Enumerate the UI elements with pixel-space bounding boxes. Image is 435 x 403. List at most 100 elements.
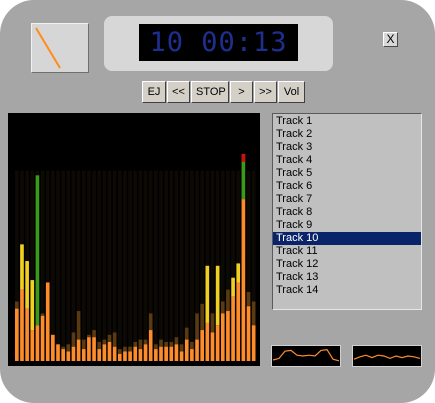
spectrum-peak [195, 313, 199, 340]
playlist-item[interactable]: Track 6 [273, 180, 421, 193]
spectrum-bar [246, 306, 251, 361]
spectrum-bar [51, 334, 55, 361]
fast-forward-button[interactable]: >> [254, 81, 277, 103]
spectrum-bar [87, 337, 91, 361]
spectrum-peak [35, 175, 40, 326]
close-button[interactable]: X [383, 32, 398, 47]
spectrum-peak [236, 263, 241, 283]
spectrum-bar [195, 339, 199, 361]
spectrum-bar [154, 349, 158, 361]
spectrum-bar [169, 346, 174, 361]
spectrum-peak [148, 313, 153, 331]
stop-button[interactable]: STOP [191, 81, 229, 103]
spectrum-peak [159, 339, 163, 347]
spectrum-bar [71, 346, 76, 361]
spectrum-peak [117, 349, 122, 354]
spectrum-bar-track [102, 170, 107, 361]
playlist-item[interactable]: Track 5 [273, 167, 421, 180]
spectrum-peak [231, 277, 235, 297]
spectrum-bar [30, 330, 35, 361]
spectrum-bar-track [179, 170, 184, 361]
spectrum-bar [251, 325, 256, 361]
rewind-button[interactable]: << [167, 81, 190, 103]
player-window: 10 00:13 X EJ << STOP > >> Vol Track 1 Tr… [0, 0, 435, 403]
spectrum-bar [143, 344, 148, 361]
spectrum-peak [143, 339, 148, 345]
spectrum-peak [66, 344, 71, 352]
spectrum-bar-track [66, 170, 71, 361]
playlist-item[interactable]: Track 4 [273, 154, 421, 167]
spectrum-bar [184, 339, 189, 361]
spectrum-bar [81, 349, 86, 361]
playlist-item[interactable]: Track 1 [273, 115, 421, 128]
spectrum-peak [190, 341, 194, 350]
spectrum-peak [128, 346, 132, 352]
spectrum-bar [15, 308, 19, 361]
time-display: 10 00:13 [139, 24, 298, 61]
spectrum-peak [102, 339, 107, 345]
spectrum-bar [190, 349, 194, 361]
spectrum-bar [174, 344, 179, 361]
spectrum-peak [174, 337, 179, 345]
spectrum-bar [236, 282, 241, 361]
spectrum-bar [107, 341, 112, 361]
spectrum-bar-track [61, 170, 65, 361]
spectrum-bar-track [117, 170, 122, 361]
playlist-item[interactable]: Track 13 [273, 271, 421, 284]
spectrum-bar-track [56, 170, 60, 361]
spectrum-peak-top [241, 153, 246, 162]
spectrum-bar-track [159, 170, 163, 361]
spectrum-peak [154, 344, 158, 350]
time-display-frame: 10 00:13 [104, 16, 333, 71]
spectrum-visualizer [8, 113, 260, 366]
playlist-item[interactable]: Track 14 [273, 284, 421, 297]
next-button[interactable]: > [230, 81, 253, 103]
spectrum-peak [107, 334, 112, 342]
playlist-item[interactable]: Track 8 [273, 206, 421, 219]
spectrum-peak [123, 346, 127, 352]
spectrum-bar [117, 353, 122, 361]
playlist-item[interactable]: Track 3 [273, 141, 421, 154]
spectrum-bar [66, 351, 71, 361]
spectrum-bar [220, 313, 225, 361]
diagonal-line-icon [35, 27, 61, 69]
spectrum-bar-track [169, 170, 174, 361]
right-waveform-line [353, 354, 421, 360]
spectrum-bar [61, 349, 65, 361]
spectrum-bar-track [97, 170, 102, 361]
playlist-item[interactable]: Track 10 [273, 232, 421, 245]
playlist-item[interactable]: Track 7 [273, 193, 421, 206]
playlist[interactable]: Track 1 Track 2 Track 3 Track 4 Track 5 Track… [272, 113, 422, 310]
spectrum-bar [241, 199, 246, 361]
right-waveform [352, 345, 422, 367]
spectrum-peak [25, 261, 29, 309]
spectrum-bar [112, 346, 117, 361]
spectrum-peak [30, 280, 35, 331]
spectrum-bar-track [87, 170, 91, 361]
spectrum-bar [210, 332, 215, 361]
playlist-item[interactable]: Track 2 [273, 128, 421, 141]
playlist-item[interactable]: Track 12 [273, 258, 421, 271]
spectrum-peak [220, 301, 225, 314]
eject-button[interactable]: EJ [142, 81, 166, 103]
spectrum-bar-track [143, 170, 148, 361]
spectrum-peak [133, 341, 138, 347]
spectrum-bar [56, 344, 60, 361]
spectrum-bar-track [128, 170, 132, 361]
spectrum-peak [15, 301, 19, 309]
spectrum-peak [246, 291, 251, 307]
spectrum-peak [251, 301, 256, 326]
playlist-item[interactable]: Track 11 [273, 245, 421, 258]
spectrum-peak [92, 330, 96, 338]
spectrum-bar-track [51, 170, 55, 361]
spectrum-bar-track [107, 170, 112, 361]
volume-button[interactable]: Vol [278, 81, 305, 103]
spectrum-bar-track [174, 170, 179, 361]
spectrum-bar [200, 330, 205, 361]
playlist-item[interactable]: Track 9 [273, 219, 421, 232]
spectrum-bar-track [81, 170, 86, 361]
left-waveform-line [272, 348, 340, 362]
spectrum-peak [81, 339, 86, 350]
spectrum-bar [231, 296, 235, 361]
waveform-trace [353, 354, 421, 360]
